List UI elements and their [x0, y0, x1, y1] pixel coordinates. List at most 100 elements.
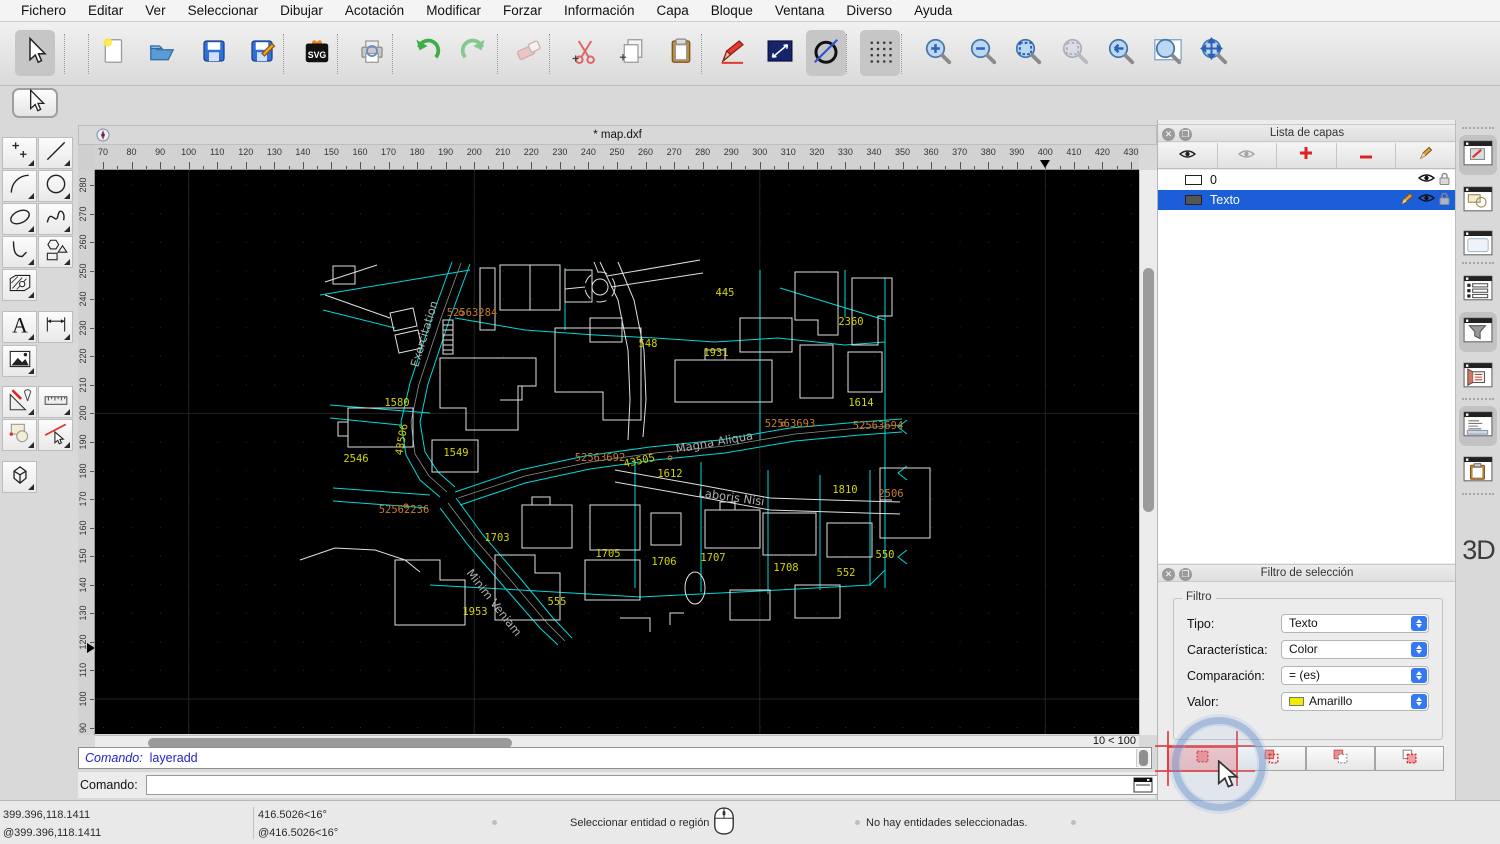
h-ruler-label: 340: [866, 147, 882, 157]
layer-lock-icon[interactable]: [1439, 172, 1450, 188]
layer-visibility-icon[interactable]: [1417, 172, 1436, 188]
layer-row-texto[interactable]: Texto: [1158, 190, 1456, 210]
layer-visibility-icon[interactable]: [1417, 192, 1436, 209]
draw-pencil-button[interactable]: [713, 30, 753, 76]
h-ruler-tick: [445, 162, 447, 169]
print-preview-button[interactable]: [352, 30, 392, 76]
filter-intersect-selection-button[interactable]: [1375, 746, 1444, 771]
command-keyboard-toggle-button[interactable]: [1132, 775, 1154, 795]
menu-fichero[interactable]: Fichero: [10, 3, 77, 18]
zoom-window-button[interactable]: [1148, 30, 1188, 76]
close-icon[interactable]: ✕: [1162, 127, 1175, 141]
menu-informacion[interactable]: Información: [553, 3, 646, 18]
box3d-tool-button[interactable]: [2, 461, 37, 493]
infoshapes-tool-button[interactable]: [2, 419, 37, 451]
selection-tool-button[interactable]: [12, 88, 58, 118]
menu-diverso[interactable]: Diverso: [835, 3, 903, 18]
close-icon[interactable]: ✕: [1162, 567, 1175, 581]
vertical-scroll-thumb[interactable]: [1143, 268, 1154, 512]
detach-panel-icon[interactable]: ❐: [1179, 567, 1192, 581]
library-browser-window-toggle[interactable]: [1459, 225, 1497, 265]
add-layer-button[interactable]: [1277, 143, 1337, 168]
points-tool-button[interactable]: [2, 137, 37, 169]
filter-dropdown-valor[interactable]: Amarillo: [1281, 692, 1429, 711]
menu-ver[interactable]: Ver: [134, 3, 176, 18]
redo-button[interactable]: [454, 30, 494, 76]
h-ruler-label: 310: [780, 147, 796, 157]
block-list-window-toggle[interactable]: [1459, 181, 1497, 221]
command-input[interactable]: [146, 775, 1186, 795]
edit-layer-button[interactable]: [1396, 143, 1456, 168]
modify-tool-button[interactable]: [38, 419, 73, 451]
measure-tool-button[interactable]: [38, 386, 73, 418]
dimension-tool-button[interactable]: [38, 311, 73, 343]
zoom-previous-button[interactable]: [1101, 30, 1141, 76]
cad-tool-button[interactable]: [2, 386, 37, 418]
paste-button[interactable]: [661, 30, 701, 76]
layer-list-window-toggle[interactable]: [1459, 135, 1497, 175]
menu-ayuda[interactable]: Ayuda: [903, 3, 963, 18]
layer-edit-icon[interactable]: [1400, 192, 1414, 209]
line-tool-button[interactable]: [38, 137, 73, 169]
menu-seleccionar[interactable]: Seleccionar: [177, 3, 270, 18]
ellipse-tool-button[interactable]: [2, 203, 37, 235]
menu-acotacion[interactable]: Acotación: [334, 3, 415, 18]
hatch-tool-button[interactable]: [2, 269, 37, 301]
cut-button[interactable]: [565, 30, 605, 76]
grid-toggle-button[interactable]: [860, 30, 900, 76]
save-button[interactable]: [194, 30, 234, 76]
zoom-selection-button[interactable]: [1055, 30, 1095, 76]
command-history-scroll-thumb[interactable]: [1139, 750, 1148, 766]
menu-ventana[interactable]: Ventana: [764, 3, 836, 18]
spline-tool-button[interactable]: [38, 203, 73, 235]
circle-tool-button[interactable]: [38, 170, 73, 202]
v-ruler-label: 140: [78, 577, 88, 593]
copy-button[interactable]: [613, 30, 653, 76]
delete-button[interactable]: [509, 30, 549, 76]
circle-tool-button[interactable]: [806, 30, 846, 76]
toggle-all-layers-button[interactable]: [1158, 143, 1218, 168]
undo-button[interactable]: [407, 30, 447, 76]
dropdown-stepper-icon: [1411, 642, 1427, 657]
zoom-in-button[interactable]: [918, 30, 958, 76]
filter-remove-from-selection-button[interactable]: [1306, 746, 1375, 771]
layer-lock-icon[interactable]: [1439, 192, 1450, 209]
layer-row-0[interactable]: 0: [1158, 170, 1456, 190]
menu-dibujar[interactable]: Dibujar: [269, 3, 334, 18]
command-widget-window-toggle[interactable]: [1459, 406, 1497, 446]
menu-capa[interactable]: Capa: [646, 3, 700, 18]
toggle-other-layers-button[interactable]: [1218, 143, 1278, 168]
zoom-auto-button[interactable]: [1008, 30, 1048, 76]
filter-dropdown-tipo[interactable]: Texto: [1281, 614, 1429, 633]
menu-editar[interactable]: Editar: [77, 3, 134, 18]
text-tool-button[interactable]: A: [2, 311, 37, 343]
command-history-scrollbar[interactable]: [1136, 749, 1150, 767]
property-editor-window-toggle[interactable]: [1459, 270, 1497, 310]
new-file-button[interactable]: [94, 30, 134, 76]
filter-dropdown-caracteristica[interactable]: Color: [1281, 640, 1429, 659]
remove-layer-button[interactable]: [1337, 143, 1397, 168]
canvas-vertical-scrollbar[interactable]: [1139, 170, 1157, 735]
filter-dropdown-comparacion[interactable]: = (es): [1281, 666, 1429, 685]
selection-filter-window-toggle[interactable]: [1459, 312, 1497, 352]
projection-window-toggle[interactable]: [1459, 357, 1497, 397]
zoom-out-button[interactable]: [963, 30, 1003, 76]
image-tool-button[interactable]: [2, 345, 37, 377]
shapes-tool-button[interactable]: [38, 236, 73, 268]
clipboard-window-toggle[interactable]: [1459, 451, 1497, 491]
open-file-button[interactable]: [142, 30, 182, 76]
menu-forzar[interactable]: Forzar: [492, 3, 553, 18]
polyline-tool-button[interactable]: [2, 236, 37, 268]
menu-bloque[interactable]: Bloque: [700, 3, 764, 18]
detach-panel-icon[interactable]: ❐: [1179, 127, 1192, 141]
selection-arrow-button[interactable]: [15, 30, 55, 76]
pan-button[interactable]: [1194, 30, 1234, 76]
svg-export-button[interactable]: SVG: [297, 30, 337, 76]
arc-tool-button[interactable]: [2, 170, 37, 202]
menu-modificar[interactable]: Modificar: [415, 3, 492, 18]
save-as-button[interactable]: [242, 30, 282, 76]
line-tool-button[interactable]: [760, 30, 800, 76]
command-input-row: Comando:: [78, 772, 1186, 798]
map-id-label: 52563284: [447, 307, 498, 319]
drawing-canvas[interactable]: 445 2360 548 1931 1614 1580 2546 1549 43505 1612 1…: [95, 170, 1139, 734]
